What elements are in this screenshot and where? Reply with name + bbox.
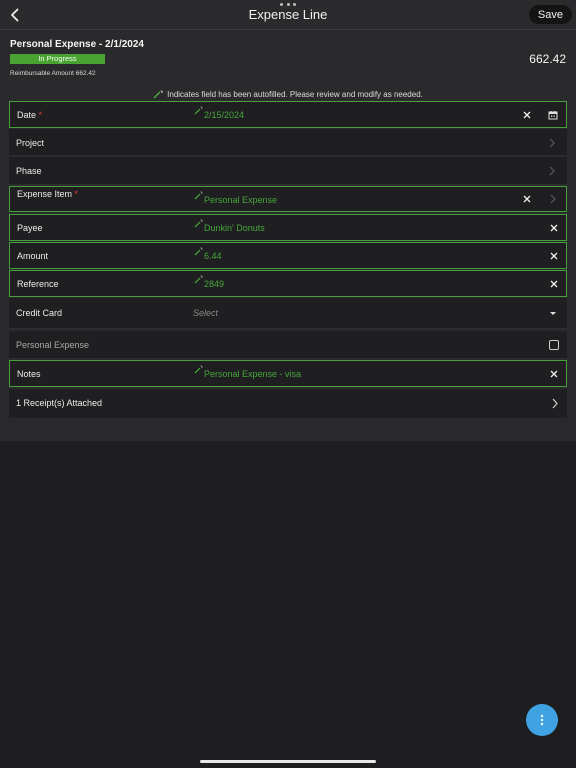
magic-wand-icon [194, 365, 203, 374]
payee-field[interactable]: Payee Dunkin' Donuts [9, 214, 567, 241]
more-actions-button[interactable] [526, 704, 558, 736]
expense-item-field[interactable]: Expense Item * Personal Expense [9, 186, 567, 212]
clear-x-icon [523, 111, 531, 119]
save-button[interactable]: Save [528, 5, 572, 24]
chevron-right-icon [549, 138, 555, 148]
total-amount: 662.42 [529, 52, 566, 66]
clear-x-icon [550, 252, 558, 260]
project-label: Project [16, 138, 45, 148]
credit-card-field[interactable]: Credit Card Select [9, 298, 567, 329]
date-value: 2/15/2024 [204, 110, 245, 120]
clear-x-icon [550, 224, 558, 232]
required-marker: * [74, 189, 79, 199]
clear-expense-item-button[interactable] [521, 193, 533, 205]
home-indicator [200, 760, 376, 763]
nav-bar: Expense Line Save [0, 0, 576, 30]
receipts-label: 1 Receipt(s) Attached [16, 398, 103, 408]
amount-field[interactable]: Amount 6.44 [9, 242, 567, 269]
clear-x-icon [523, 195, 531, 203]
magic-wand-icon [194, 106, 203, 115]
dropdown-caret-icon [550, 311, 556, 315]
phase-chevron[interactable] [546, 165, 558, 177]
payee-value: Dunkin' Donuts [204, 223, 265, 233]
magic-wand-icon [194, 247, 203, 256]
credit-card-dropdown[interactable] [547, 307, 559, 319]
chevron-right-icon [549, 166, 555, 176]
clear-amount-button[interactable] [548, 250, 560, 262]
credit-card-select[interactable]: Select [193, 308, 218, 318]
magic-wand-icon [194, 219, 203, 228]
date-label: Date [17, 110, 37, 120]
notes-value: Personal Expense - visa [204, 369, 302, 379]
reimbursable-amount: Reimbursable Amount 662.42 [10, 70, 96, 77]
receipts-row[interactable]: 1 Receipt(s) Attached [9, 389, 567, 418]
clear-x-icon [550, 280, 558, 288]
magic-wand-icon [153, 90, 164, 99]
expense-item-value: Personal Expense [204, 195, 278, 205]
personal-expense-checkbox[interactable] [549, 340, 559, 350]
payee-label: Payee [17, 223, 43, 233]
magic-wand-icon [194, 191, 203, 200]
project-chevron[interactable] [546, 137, 558, 149]
receipts-chevron[interactable] [549, 397, 561, 409]
amount-label: Amount [17, 251, 49, 261]
autofill-notice: Indicates field has been autofilled. Ple… [0, 90, 576, 99]
reference-field[interactable]: Reference 2849 [9, 270, 567, 297]
project-field[interactable]: Project [9, 129, 567, 156]
chevron-right-icon [552, 398, 558, 408]
amount-value: 6.44 [204, 251, 222, 261]
magic-wand-icon [194, 275, 203, 284]
calendar-button[interactable] [547, 109, 559, 121]
reference-label: Reference [17, 279, 59, 289]
phase-field[interactable]: Phase [9, 157, 567, 185]
reference-value: 2849 [204, 279, 225, 289]
phase-label: Phase [16, 166, 42, 176]
personal-expense-label: Personal Expense [16, 340, 90, 350]
notes-label: Notes [17, 369, 41, 379]
notes-field[interactable]: Notes Personal Expense - visa [9, 360, 567, 387]
expense-item-label: Expense Item [17, 189, 73, 199]
clear-date-button[interactable] [521, 109, 533, 121]
personal-expense-field[interactable]: Personal Expense [9, 331, 567, 359]
clear-x-icon [550, 370, 558, 378]
date-field[interactable]: Date * 2/15/2024 [9, 101, 567, 128]
autofill-notice-text: Indicates field has been autofilled. Ple… [167, 90, 423, 99]
status-badge: In Progress [10, 54, 105, 64]
page-title: Expense Line [248, 7, 328, 22]
clear-notes-button[interactable] [548, 368, 560, 380]
clear-payee-button[interactable] [548, 222, 560, 234]
expense-title: Personal Expense - 2/1/2024 [10, 39, 144, 50]
chevron-right-icon [550, 194, 556, 204]
calendar-icon [548, 111, 558, 120]
more-vertical-icon [540, 714, 544, 726]
credit-card-label: Credit Card [16, 308, 63, 318]
required-marker: * [38, 110, 43, 120]
expense-item-chevron[interactable] [547, 193, 559, 205]
clear-reference-button[interactable] [548, 278, 560, 290]
